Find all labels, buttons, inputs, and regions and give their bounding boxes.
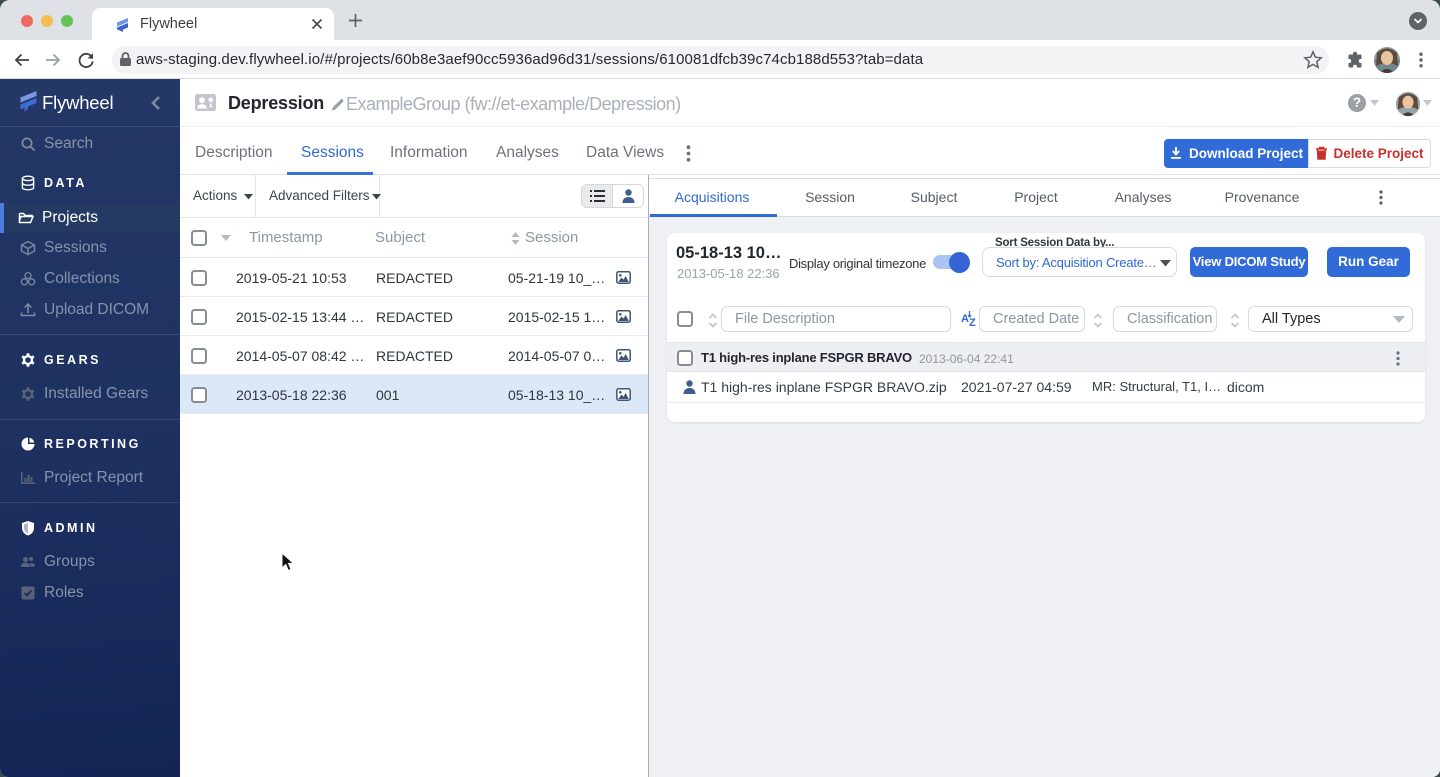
svg-text:Z: Z: [969, 317, 976, 327]
svg-text:A: A: [961, 313, 969, 325]
